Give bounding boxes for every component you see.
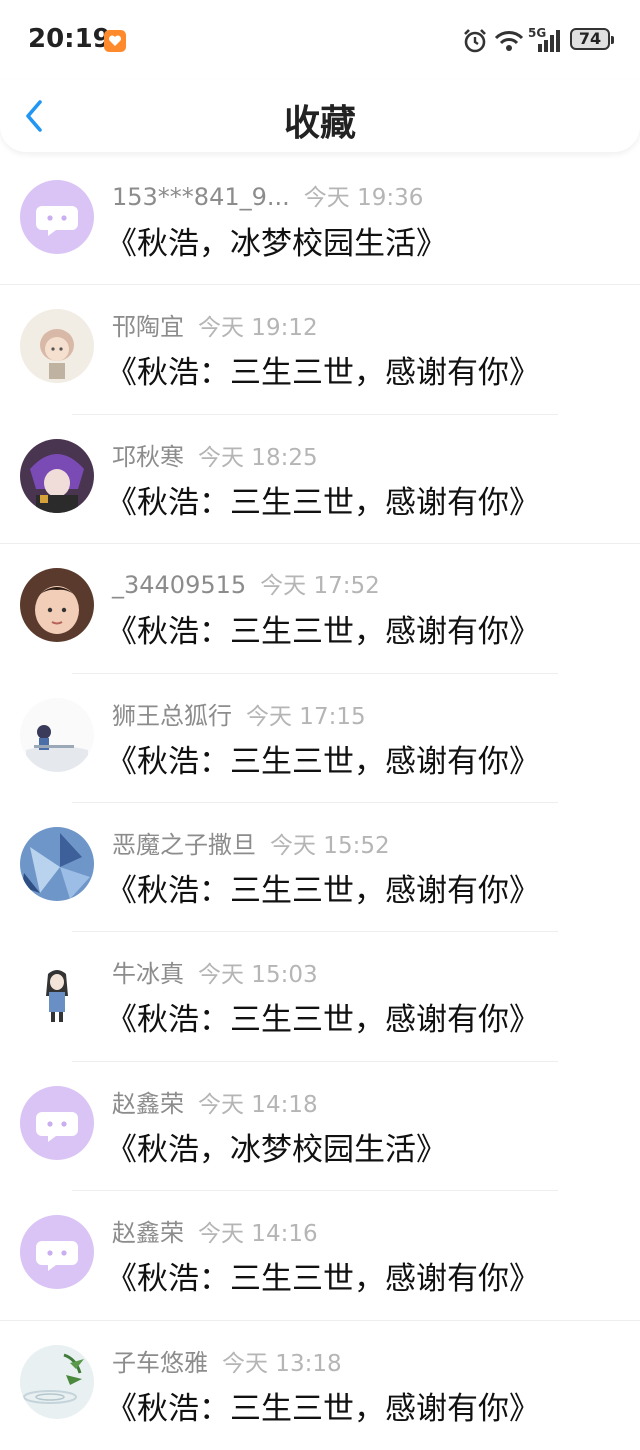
status-bar: 20:19 5G 74 xyxy=(0,0,640,80)
book-title: 《秋浩：三生三世，感谢有你》 xyxy=(106,1390,540,1427)
book-title: 《秋浩：三生三世，感谢有你》 xyxy=(106,484,540,521)
list-item[interactable]: 153***841_9... 今天 19:36 《秋浩，冰梦校园生活》 xyxy=(0,156,640,286)
chat-bubble-icon xyxy=(36,206,78,236)
child-photo-avatar xyxy=(20,568,94,643)
list-item[interactable]: 子车悠雅 今天 13:18 《秋浩：三生三世，感谢有你》 xyxy=(0,1321,640,1450)
book-title: 《秋浩：三生三世，感谢有你》 xyxy=(106,872,540,909)
signal-icon xyxy=(538,30,560,52)
timestamp: 今天 13:18 xyxy=(222,1350,342,1377)
app-notification-icon xyxy=(104,30,126,52)
timestamp: 今天 17:15 xyxy=(246,703,366,730)
book-title: 《秋浩：三生三世，感谢有你》 xyxy=(106,1002,540,1039)
default-chat-avatar xyxy=(20,180,94,254)
girl-avatar xyxy=(20,309,94,384)
page-title: 收藏 xyxy=(283,103,356,144)
list-item[interactable]: 狮王总狐行 今天 17:15 《秋浩：三生三世，感谢有你》 xyxy=(0,674,640,803)
user-name: 恶魔之子撒旦 xyxy=(112,830,256,859)
user-name: 赵鑫荣 xyxy=(112,1089,184,1118)
user-name: 子车悠雅 xyxy=(112,1348,208,1377)
timestamp: 今天 17:52 xyxy=(260,573,380,600)
default-chat-avatar xyxy=(20,1215,94,1290)
book-title: 《秋浩：三生三世，感谢有你》 xyxy=(106,614,540,651)
list-item[interactable]: 牛冰真 今天 15:03 《秋浩：三生三世，感谢有你》 xyxy=(0,932,640,1062)
list-item[interactable]: 邗陶宜 今天 19:12 《秋浩：三生三世，感谢有你》 xyxy=(0,285,640,415)
timestamp: 今天 14:16 xyxy=(198,1221,318,1248)
book-title: 《秋浩：三生三世，感谢有你》 xyxy=(106,1261,540,1298)
user-name: 赵鑫荣 xyxy=(112,1219,184,1248)
chat-bubble-icon xyxy=(36,1241,78,1272)
chat-bubble-icon xyxy=(36,1111,78,1142)
timestamp: 今天 14:18 xyxy=(198,1091,318,1118)
anime-boy-avatar xyxy=(20,697,94,772)
book-title: 《秋浩：三生三世，感谢有你》 xyxy=(106,743,540,780)
list-item[interactable]: 邛秋寒 今天 18:25 《秋浩：三生三世，感谢有你》 xyxy=(0,415,640,545)
timestamp: 今天 18:25 xyxy=(198,444,318,471)
bamboo-water-avatar xyxy=(20,1344,94,1419)
timestamp: 今天 19:36 xyxy=(303,185,424,211)
list-item[interactable]: 赵鑫荣 今天 14:18 《秋浩，冰梦校园生活》 xyxy=(0,1062,640,1192)
user-name: 牛冰真 xyxy=(112,960,184,989)
list-item[interactable]: 恶魔之子撒旦 今天 15:52 《秋浩：三生三世，感谢有你》 xyxy=(0,803,640,933)
book-title: 《秋浩，冰梦校园生活》 xyxy=(106,1131,447,1168)
user-name: 邗陶宜 xyxy=(112,313,184,342)
purple-hair-avatar xyxy=(20,438,94,513)
app-header: 收藏 xyxy=(0,80,640,152)
list-item[interactable]: 赵鑫荣 今天 14:16 《秋浩：三生三世，感谢有你》 xyxy=(0,1191,640,1321)
user-name: 邛秋寒 xyxy=(112,442,184,471)
battery-indicator: 74 xyxy=(570,28,614,50)
favorites-list: 153***841_9... 今天 19:36 《秋浩，冰梦校园生活》 邗陶宜 今天… xyxy=(0,156,640,1450)
wifi-icon xyxy=(494,31,524,51)
sketch-girl-avatar xyxy=(20,956,94,1031)
book-title: 《秋浩：三生三世，感谢有你》 xyxy=(106,355,540,392)
list-item[interactable]: _34409515 今天 17:52 《秋浩：三生三世，感谢有你》 xyxy=(0,544,640,674)
blue-crystal-avatar xyxy=(20,826,94,901)
user-name: _34409515 xyxy=(112,571,247,600)
default-chat-avatar xyxy=(20,1085,94,1160)
alarm-icon xyxy=(464,29,486,53)
user-name: 153***841_9... xyxy=(112,183,290,211)
timestamp: 今天 15:03 xyxy=(198,962,318,989)
status-time: 20:19 xyxy=(28,24,111,54)
timestamp: 今天 15:52 xyxy=(270,832,390,859)
user-name: 狮王总狐行 xyxy=(112,701,232,730)
timestamp: 今天 19:12 xyxy=(198,315,318,342)
book-title: 《秋浩，冰梦校园生活》 xyxy=(106,226,447,262)
